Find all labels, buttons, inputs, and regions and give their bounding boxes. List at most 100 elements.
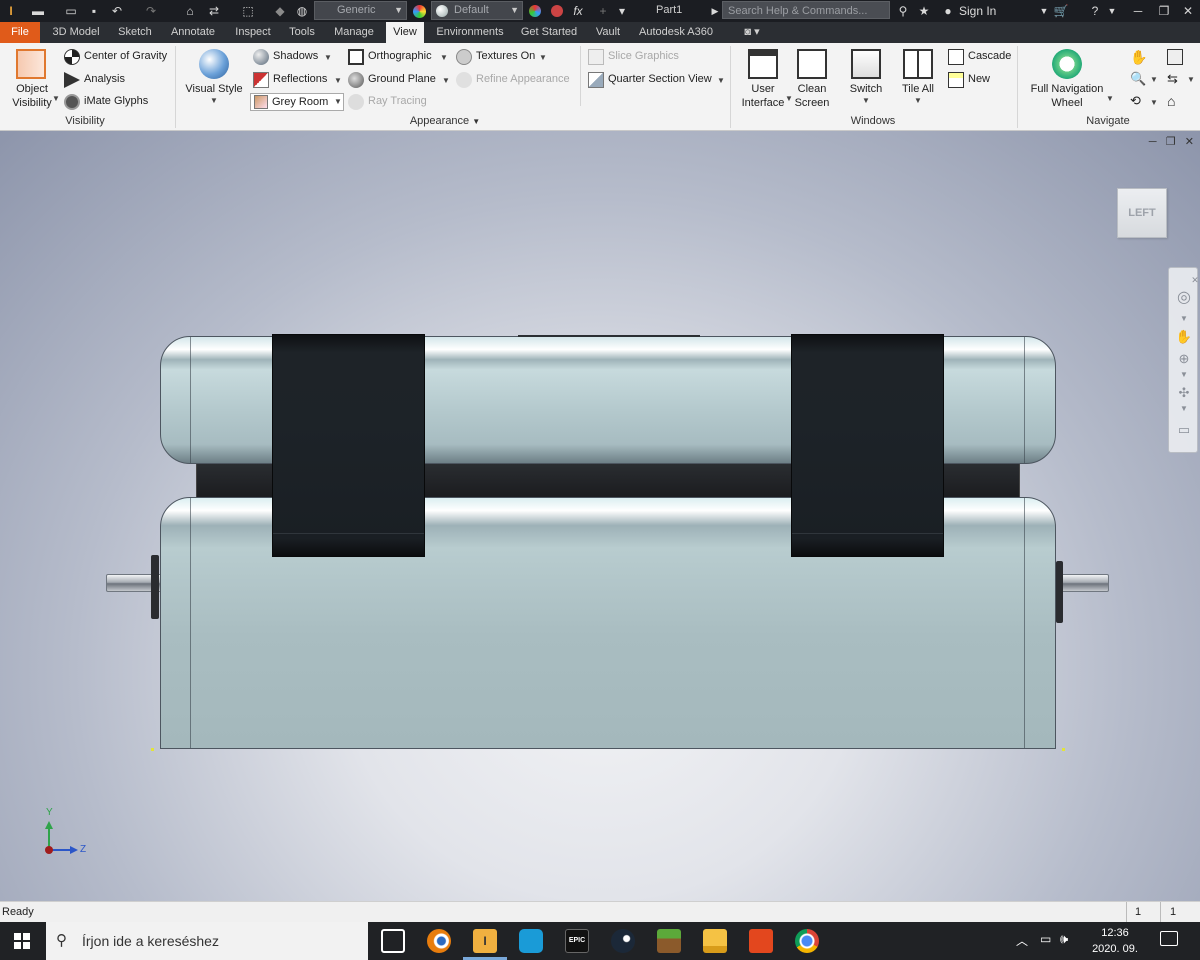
lighting-style-select[interactable]: Grey Room ▼: [250, 93, 344, 111]
autodesk-inventor-icon[interactable]: I: [473, 929, 497, 953]
cart-icon[interactable]: 🛒: [1053, 3, 1069, 19]
new-document-icon[interactable]: ▬: [30, 3, 46, 19]
look-at-icon[interactable]: [1167, 49, 1183, 65]
tile-all-button[interactable]: Tile All: [894, 82, 942, 96]
epic-games-icon[interactable]: EPIC: [565, 929, 589, 953]
user-icon[interactable]: ●: [940, 3, 956, 19]
visual-style-icon[interactable]: [199, 49, 229, 79]
star-icon[interactable]: ★: [916, 3, 932, 19]
pan-icon[interactable]: ✋: [1175, 328, 1193, 346]
orthographic-button[interactable]: Orthographic: [368, 50, 432, 62]
material-select[interactable]: Generic ▼: [314, 1, 407, 20]
switch-button[interactable]: Switch: [842, 82, 890, 96]
globe-icon[interactable]: ◍: [294, 3, 310, 19]
tab-tools[interactable]: Tools: [284, 22, 320, 43]
close-button[interactable]: ✕: [1178, 2, 1198, 20]
navigation-wheel-icon[interactable]: [1052, 49, 1082, 79]
customize-quick-access-icon[interactable]: ▾: [614, 3, 630, 19]
ground-plane-icon[interactable]: [348, 72, 364, 88]
quarter-section-icon[interactable]: [588, 72, 604, 88]
clean-screen-button[interactable]: Clean Screen: [788, 82, 836, 110]
switch-window-icon[interactable]: [851, 49, 881, 79]
tab-inspect[interactable]: Inspect: [228, 22, 278, 43]
imate-glyph-icon[interactable]: [64, 94, 80, 110]
chrome-icon[interactable]: [795, 929, 819, 953]
clean-screen-icon[interactable]: [797, 49, 827, 79]
tab-manage[interactable]: Manage: [326, 22, 382, 43]
task-view-icon[interactable]: [381, 929, 405, 953]
inventor-logo-icon[interactable]: I: [3, 3, 19, 19]
sign-in-link[interactable]: Sign In: [959, 4, 996, 18]
minimize-button[interactable]: ─: [1128, 2, 1148, 20]
update-icon[interactable]: ⇄: [206, 3, 222, 19]
tray-chevron-up-icon[interactable]: ︿: [1016, 932, 1028, 949]
reflections-icon[interactable]: [253, 72, 269, 88]
redo-icon[interactable]: ↷: [143, 3, 159, 19]
imate-glyphs-button[interactable]: iMate Glyphs: [84, 95, 148, 107]
tab-annotate[interactable]: Annotate: [164, 22, 222, 43]
analysis-icon[interactable]: [64, 72, 80, 88]
measure-icon[interactable]: ◆: [272, 3, 288, 19]
help-dropdown-icon[interactable]: ▼: [1104, 3, 1120, 19]
cascade-button[interactable]: Cascade: [968, 50, 1011, 62]
zoom-icon[interactable]: 🔍: [1130, 71, 1146, 87]
sign-in-dropdown-icon[interactable]: ▼: [1036, 3, 1052, 19]
graphics-viewport[interactable]: ─ ❐ ✕ LEFT ✕ ◎ ▼ ✋ ⊕ ▼ ✣ ▼ ▭ Y Z: [0, 131, 1200, 901]
tab-sketch[interactable]: Sketch: [112, 22, 158, 43]
tab-view[interactable]: View: [386, 22, 424, 43]
new-window-icon[interactable]: [948, 72, 964, 88]
tab-3d-model[interactable]: 3D Model: [46, 22, 106, 43]
steering-wheel-icon[interactable]: ◎: [1175, 289, 1193, 307]
cascade-icon[interactable]: [948, 49, 964, 65]
quarter-section-view-button[interactable]: Quarter Section View: [608, 73, 712, 85]
user-interface-icon[interactable]: [748, 49, 778, 79]
home-view-icon[interactable]: ⌂: [1167, 93, 1183, 109]
tile-all-icon[interactable]: [903, 49, 933, 79]
tab-get-started[interactable]: Get Started: [516, 22, 582, 43]
look-at-icon[interactable]: ▭: [1175, 421, 1193, 439]
chevron-down-icon[interactable]: ▼: [1175, 310, 1193, 328]
ccleaner-icon[interactable]: [519, 929, 543, 953]
center-of-gravity-button[interactable]: Center of Gravity: [84, 50, 167, 62]
new-window-button[interactable]: New: [968, 73, 990, 85]
network-icon[interactable]: ▭: [1040, 932, 1051, 946]
chevron-down-icon[interactable]: ▼: [1175, 400, 1193, 418]
shadows-icon[interactable]: [253, 49, 269, 65]
open-folder-icon[interactable]: ▭: [63, 3, 79, 19]
select-icon[interactable]: ⬚: [240, 3, 256, 19]
analysis-button[interactable]: Analysis: [84, 73, 125, 85]
restore-button[interactable]: ❐: [1154, 2, 1174, 20]
steam-icon[interactable]: [611, 929, 635, 953]
object-visibility-icon[interactable]: [16, 49, 46, 79]
orthographic-icon[interactable]: [348, 49, 364, 65]
center-of-gravity-icon[interactable]: [64, 49, 80, 65]
expand-search-icon[interactable]: ▶: [707, 3, 723, 19]
reflections-button[interactable]: Reflections: [273, 73, 327, 85]
tab-autodesk-a360[interactable]: Autodesk A360: [634, 22, 718, 43]
help-icon[interactable]: ?: [1087, 3, 1103, 19]
textures-icon[interactable]: [456, 49, 472, 65]
appearance-select[interactable]: Default ▼: [431, 1, 523, 20]
taskbar-search-input[interactable]: ⚲ Írjon ide a kereséshez: [46, 922, 368, 960]
blender-icon[interactable]: [427, 929, 451, 953]
taskbar-clock[interactable]: 12:36 2020. 09. 18.: [1087, 925, 1143, 960]
minecraft-icon[interactable]: [657, 929, 681, 953]
office-icon[interactable]: [749, 929, 773, 953]
ground-plane-button[interactable]: Ground Plane: [368, 73, 436, 85]
save-icon[interactable]: ▪: [86, 3, 102, 19]
tab-file[interactable]: File: [0, 22, 40, 43]
tab-environments[interactable]: Environments: [430, 22, 510, 43]
user-interface-button[interactable]: User Interface: [734, 82, 792, 110]
chevron-down-icon[interactable]: ▼: [1175, 366, 1193, 384]
viewport-close-button[interactable]: ✕: [1185, 136, 1194, 148]
adjust-appearance-icon[interactable]: [527, 3, 543, 19]
undo-icon[interactable]: ↶: [109, 3, 125, 19]
windows-start-icon[interactable]: [14, 933, 30, 949]
navbar-close-icon[interactable]: ✕: [1191, 271, 1199, 289]
home-icon[interactable]: ⌂: [182, 3, 198, 19]
orbit-icon[interactable]: ⟲: [1130, 93, 1146, 109]
tab-overflow-icon[interactable]: ◙ ▾: [736, 22, 768, 43]
textures-on-button[interactable]: Textures On: [476, 50, 535, 62]
viewport-minimize-button[interactable]: ─: [1149, 136, 1157, 148]
parameters-icon[interactable]: fx: [570, 3, 586, 19]
